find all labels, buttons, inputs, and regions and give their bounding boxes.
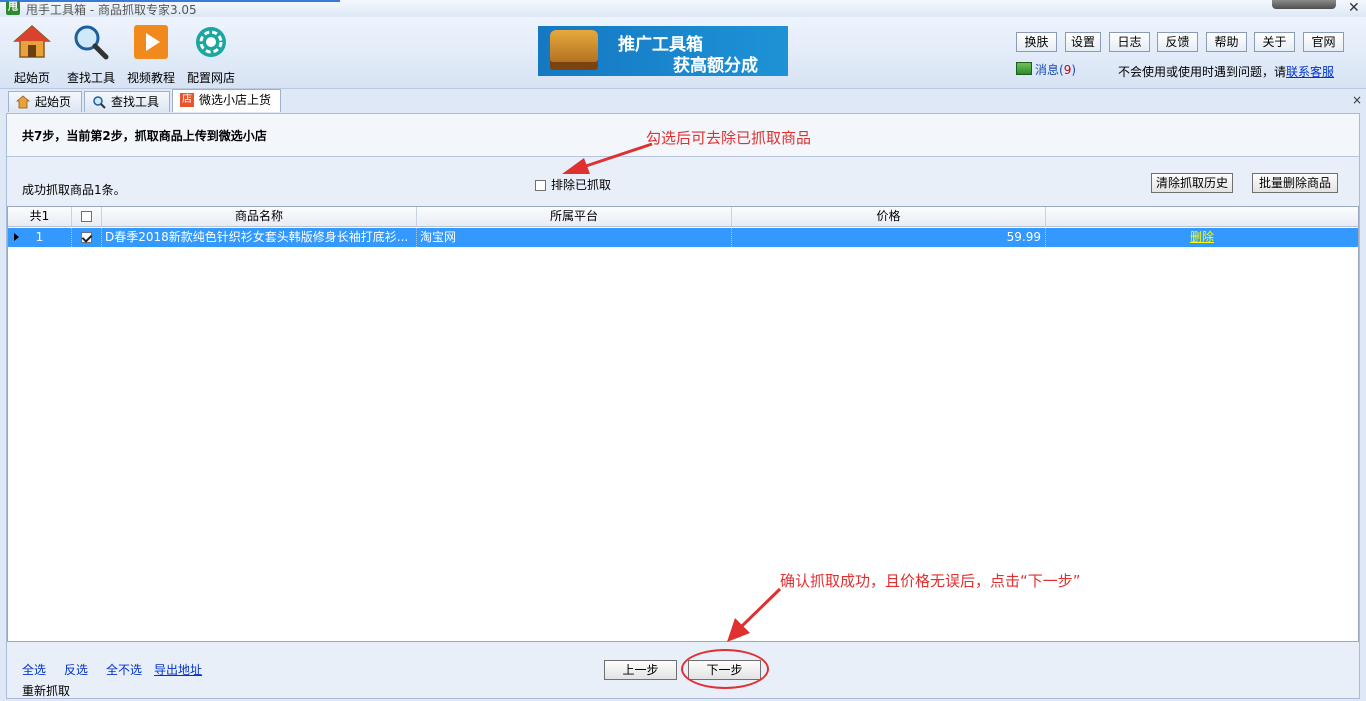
row-action-cell: 删除	[1046, 228, 1358, 247]
toolbar-home-button[interactable]: 起始页	[2, 23, 62, 86]
about-button[interactable]: 关于	[1254, 32, 1295, 52]
tab-start-page-label: 起始页	[35, 95, 72, 109]
message-envelope-icon	[1016, 62, 1032, 75]
tab-start-page[interactable]: 起始页	[8, 91, 82, 112]
tab-find-tool[interactable]: 查找工具	[84, 91, 170, 112]
skin-button[interactable]: 换肤	[1016, 32, 1057, 52]
gear-icon	[196, 27, 226, 57]
row-index: 1	[35, 230, 44, 244]
messages-link[interactable]: 消息(9)	[1016, 61, 1076, 78]
support-hint: 不会使用或使用时遇到问题，请联系客服	[1118, 63, 1334, 80]
col-check-header	[72, 207, 102, 226]
help-button[interactable]: 帮助	[1206, 32, 1247, 52]
col-price-header[interactable]: 价格	[732, 207, 1046, 226]
row-delete-link[interactable]: 删除	[1190, 230, 1214, 244]
product-grid: 共1 商品名称 所属平台 价格 1 D春季2018新款纯色针织衫女套头韩版修身长…	[7, 206, 1359, 642]
row-check-cell	[72, 228, 102, 247]
row-index-cell: 1	[8, 228, 72, 247]
exclude-crawled-label: 排除已抓取	[551, 178, 612, 192]
row-pointer-icon	[14, 233, 19, 241]
home-icon	[13, 24, 51, 58]
export-address-link[interactable]: 导出地址	[154, 661, 202, 678]
window-close-button[interactable]: ✕	[1348, 0, 1360, 16]
shop-icon: 店	[180, 93, 194, 107]
next-step-annotation: 确认抓取成功，且价格无误后，点击“下一步”	[780, 572, 1081, 590]
banner-line2: 获高额分成	[673, 56, 758, 76]
log-button[interactable]: 日志	[1109, 32, 1150, 52]
exclude-annotation: 勾选后可去除已抓取商品	[646, 129, 812, 147]
toolbar-find-tool-label: 查找工具	[66, 71, 115, 85]
crawl-success-text: 成功抓取商品1条。	[22, 183, 126, 197]
step-title: 共7步，当前第2步，抓取商品上传到微选小店	[22, 129, 267, 143]
tab-weixuan-upload[interactable]: 店 微选小店上货	[172, 89, 281, 112]
home-icon	[16, 95, 30, 109]
tab-find-tool-label: 查找工具	[111, 95, 160, 109]
batch-delete-button[interactable]: 批量删除商品	[1252, 173, 1338, 193]
toolbar-config-shop-button[interactable]: 配置网店	[181, 23, 241, 86]
col-op-header	[1046, 207, 1358, 226]
toolbar-find-tool-button[interactable]: 查找工具	[61, 23, 121, 86]
feedback-button[interactable]: 反馈	[1157, 32, 1198, 52]
app-icon: 甩	[6, 1, 20, 15]
toolbar-home-label: 起始页	[13, 71, 50, 85]
select-all-link[interactable]: 全选	[22, 661, 46, 678]
col-name-header[interactable]: 商品名称	[102, 207, 417, 226]
tab-strip: 起始页 查找工具 店 微选小店上货	[0, 89, 1366, 113]
table-row[interactable]: 1 D春季2018新款纯色针织衫女套头韩版修身长袖打底衫... 淘宝网 59.9…	[8, 228, 1358, 247]
col-platform-header[interactable]: 所属平台	[417, 207, 732, 226]
row-select-checkbox[interactable]	[81, 232, 92, 243]
exclude-crawled-checkbox[interactable]	[535, 180, 546, 191]
toolbar-config-shop-label: 配置网店	[186, 71, 235, 85]
tab-close-button[interactable]: ×	[1352, 93, 1362, 107]
clear-history-button[interactable]: 清除抓取历史	[1151, 173, 1233, 193]
treasure-chest-icon	[550, 30, 598, 70]
magnifier-icon	[93, 96, 106, 109]
title-bar: 甩 甩手工具箱 - 商品抓取专家3.05 ✕	[0, 0, 1366, 17]
main-toolbar: 起始页 查找工具 视频教程 配置网店 推广工具箱 获高额分成 换肤 设置 日志 …	[0, 17, 1366, 89]
recrawl-link[interactable]: 重新抓取	[22, 682, 70, 699]
promo-banner[interactable]: 推广工具箱 获高额分成	[538, 26, 788, 76]
invert-selection-link[interactable]: 反选	[64, 661, 88, 678]
toolbar-video-label: 视频教程	[126, 71, 175, 85]
website-button[interactable]: 官网	[1303, 32, 1344, 52]
play-icon	[134, 25, 168, 59]
settings-button[interactable]: 设置	[1065, 32, 1101, 52]
grid-header: 共1 商品名称 所属平台 价格	[8, 207, 1358, 227]
select-none-link[interactable]: 全不选	[106, 661, 142, 678]
exclude-crawled-option[interactable]: 排除已抓取	[535, 176, 611, 193]
row-price: 59.99	[732, 228, 1046, 247]
col-count-header: 共1	[8, 207, 72, 226]
window-title: 甩手工具箱 - 商品抓取专家3.05	[26, 3, 197, 17]
contact-support-link[interactable]: 联系客服	[1286, 65, 1334, 79]
next-step-highlight-circle	[681, 649, 769, 689]
select-all-header-checkbox[interactable]	[81, 211, 92, 222]
toolbar-video-button[interactable]: 视频教程	[121, 23, 181, 86]
tab-weixuan-upload-label: 微选小店上货	[199, 93, 272, 107]
row-platform: 淘宝网	[417, 228, 732, 247]
support-hint-text: 不会使用或使用时遇到问题，请	[1118, 65, 1287, 79]
row-product-name: D春季2018新款纯色针织衫女套头韩版修身长袖打底衫...	[102, 228, 417, 247]
magnifier-icon	[74, 25, 109, 60]
messages-label: 消息(	[1035, 63, 1064, 77]
mini-meter-widget	[1272, 0, 1336, 9]
prev-step-button[interactable]: 上一步	[604, 660, 677, 680]
messages-suffix: )	[1071, 63, 1077, 77]
